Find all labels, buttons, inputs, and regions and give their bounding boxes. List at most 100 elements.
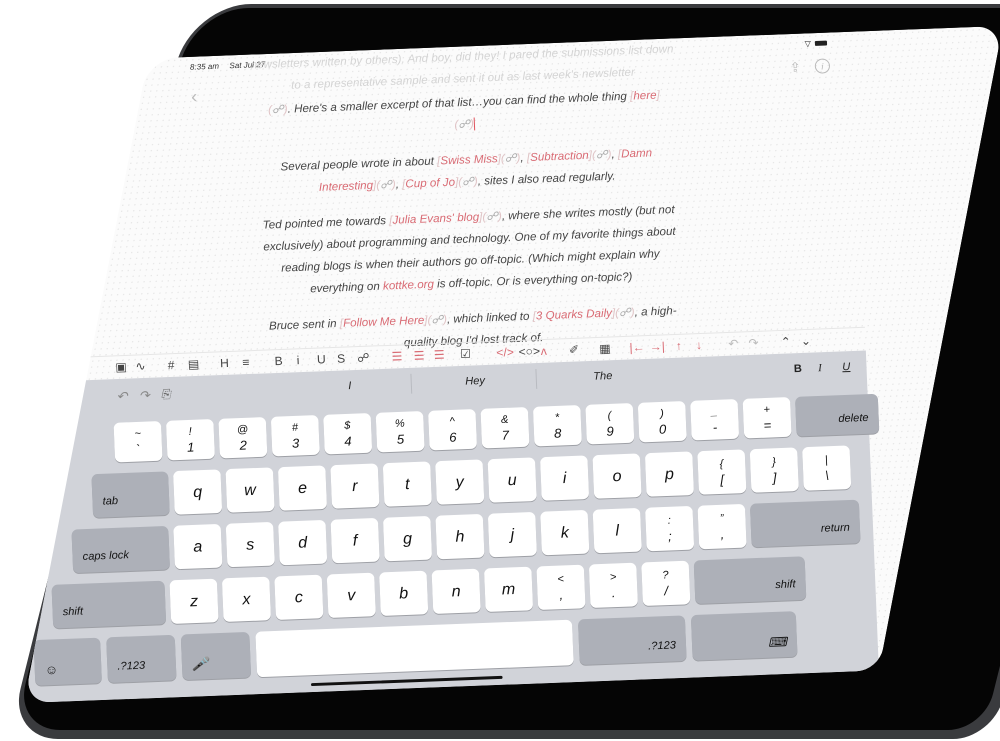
key-punct-0[interactable]: :;: [645, 505, 695, 552]
shift-left-key[interactable]: shift: [51, 580, 167, 629]
key-punct2-1[interactable]: >.: [588, 562, 638, 609]
key-q[interactable]: q: [173, 469, 223, 515]
attachment-icon[interactable]: ✐: [569, 343, 580, 357]
key-o[interactable]: o: [592, 453, 642, 499]
key-s[interactable]: s: [225, 521, 275, 568]
key-u[interactable]: u: [487, 457, 537, 503]
key-g[interactable]: g: [382, 515, 433, 562]
hide-keyboard-key[interactable]: ⌨: [690, 611, 798, 661]
link-subtraction[interactable]: Subtraction: [530, 150, 589, 164]
key-bracket-1[interactable]: }]: [749, 447, 799, 493]
key-punct-1[interactable]: ”,: [697, 503, 747, 550]
return-key[interactable]: return: [749, 499, 861, 548]
undo-icon[interactable]: ↶: [728, 337, 739, 351]
italic-icon[interactable]: i: [296, 353, 299, 367]
key-bracket-0[interactable]: {[: [697, 449, 747, 495]
dashed-list-icon[interactable]: ☰: [434, 348, 445, 362]
key-z[interactable]: z: [169, 578, 219, 624]
link-3-quarks-daily[interactable]: 3 Quarks Daily: [536, 308, 613, 323]
key-y[interactable]: y: [435, 459, 485, 505]
link-swiss-miss[interactable]: Swiss Miss: [440, 153, 498, 167]
key-2[interactable]: @2: [218, 417, 268, 459]
key-r[interactable]: r: [330, 463, 380, 509]
key-0[interactable]: ) 0: [637, 401, 687, 443]
bulleted-list-icon[interactable]: ☰: [391, 349, 402, 363]
link-julia-evans[interactable]: Julia Evans' blog: [392, 212, 479, 227]
space-bar[interactable]: [255, 619, 574, 678]
key-t[interactable]: t: [382, 461, 432, 507]
chevron-up-icon[interactable]: ⌃: [780, 335, 791, 349]
camera-icon[interactable]: ▣: [115, 360, 127, 374]
key-5[interactable]: % 5: [375, 411, 425, 453]
key-7[interactable]: & 7: [480, 407, 530, 449]
key-a[interactable]: a: [173, 523, 223, 570]
share-icon[interactable]: ⇪: [789, 59, 801, 75]
chevron-down-icon[interactable]: ⌄: [801, 334, 812, 348]
italic-format-button[interactable]: I: [818, 362, 822, 374]
delete-key[interactable]: delete: [795, 393, 880, 437]
checkbox-icon[interactable]: ☑: [460, 347, 471, 361]
heading-icon[interactable]: H: [220, 356, 229, 370]
key-f[interactable]: f: [330, 517, 380, 564]
key-9[interactable]: (9: [585, 403, 635, 445]
key-h[interactable]: h: [435, 513, 485, 560]
indent-icon[interactable]: →|: [649, 339, 665, 353]
paste-icon[interactable]: ⎘: [161, 387, 171, 402]
code-block-icon[interactable]: <○>: [518, 344, 540, 359]
key-m[interactable]: m: [483, 566, 534, 613]
suggestion-3[interactable]: The: [593, 370, 613, 383]
redo-icon[interactable]: ↷: [138, 388, 150, 404]
key-l[interactable]: l: [592, 507, 642, 554]
code-icon[interactable]: </>: [496, 345, 514, 360]
key-i[interactable]: i: [540, 455, 590, 501]
bold-format-button[interactable]: B: [794, 363, 803, 375]
calendar-icon[interactable]: ▦: [599, 341, 611, 355]
strikethrough-icon[interactable]: S: [337, 352, 346, 366]
paragraph-icon[interactable]: ≡: [242, 355, 250, 369]
key-8[interactable]: * 8: [532, 405, 582, 447]
key-1[interactable]: ! 1: [165, 419, 215, 461]
caps-lock-key[interactable]: caps lock: [71, 525, 171, 574]
key-v[interactable]: v: [326, 572, 376, 619]
suggestion-1[interactable]: I: [348, 380, 352, 392]
key-6[interactable]: ^ 6: [428, 409, 478, 451]
info-icon[interactable]: i: [814, 58, 831, 74]
hashtag-icon[interactable]: #: [167, 358, 174, 372]
highlight-icon[interactable]: ʌ: [540, 344, 547, 358]
sketch-icon[interactable]: ∿: [135, 359, 146, 373]
undo-icon[interactable]: ↶: [116, 389, 128, 405]
key-punct2-0[interactable]: <,: [536, 564, 586, 611]
link-follow-me-here[interactable]: Follow Me Here: [343, 315, 425, 330]
dictation-key[interactable]: 🎤: [180, 631, 252, 681]
key-b[interactable]: b: [379, 570, 429, 617]
key-e[interactable]: e: [277, 465, 328, 511]
key-4[interactable]: $4: [323, 413, 373, 455]
numbers-right-key[interactable]: .?123: [577, 615, 687, 665]
suggestion-2[interactable]: Hey: [465, 375, 485, 388]
note-icon[interactable]: ▤: [188, 357, 200, 371]
key--[interactable]: _ -: [690, 399, 740, 441]
numbered-list-icon[interactable]: ☰: [413, 349, 424, 363]
emoji-key[interactable]: ☺: [33, 637, 102, 686]
move-up-icon[interactable]: ↑: [676, 339, 683, 353]
key-d[interactable]: d: [278, 519, 328, 566]
link-here[interactable]: here: [633, 90, 657, 103]
underline-icon[interactable]: U: [317, 352, 326, 366]
numbers-left-key[interactable]: .?123: [106, 634, 177, 683]
key-p[interactable]: p: [644, 451, 695, 497]
underline-format-button[interactable]: U: [842, 361, 851, 373]
back-button[interactable]: ‹: [191, 86, 198, 107]
key-w[interactable]: w: [225, 467, 275, 513]
key-=[interactable]: + =: [742, 397, 792, 439]
key-k[interactable]: k: [540, 509, 590, 556]
key-c[interactable]: c: [274, 574, 324, 620]
key-x[interactable]: x: [221, 576, 272, 622]
link-icon[interactable]: ☍: [357, 351, 370, 365]
key-bracket-2[interactable]: | \: [802, 445, 852, 491]
link-cup-of-jo[interactable]: Cup of Jo: [405, 177, 455, 191]
tab-key[interactable]: tab: [91, 471, 170, 518]
bold-icon[interactable]: B: [274, 354, 283, 368]
redo-icon[interactable]: ↷: [748, 336, 759, 350]
key-`[interactable]: ~ `: [113, 421, 163, 463]
shift-right-key[interactable]: shift: [693, 556, 807, 605]
